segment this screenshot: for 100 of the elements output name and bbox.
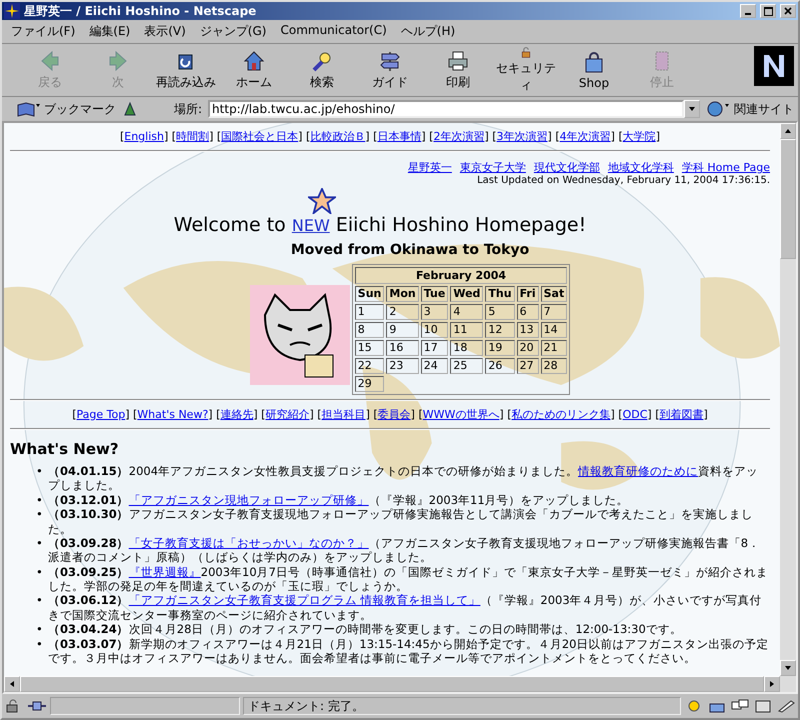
header-link[interactable]: 星野英一 — [408, 161, 452, 174]
day-cell: 1 — [354, 304, 384, 320]
menu-item[interactable]: 編集(E) — [84, 23, 136, 40]
scroll-down-button[interactable] — [780, 660, 796, 676]
bracket: [ — [507, 408, 512, 421]
news-link[interactable]: 『世界週報』 — [128, 564, 201, 579]
day-cell: 11 — [450, 322, 484, 338]
weekday-cell: Wed — [450, 286, 484, 302]
app-icon — [4, 3, 20, 19]
toolbar-button[interactable]: セキュリティ — [492, 46, 560, 94]
day-cell: 4 — [450, 304, 484, 320]
day-cell: 3 — [420, 304, 448, 320]
nav-link[interactable]: 国際社会と日本 — [221, 130, 298, 143]
bracket: [ — [120, 130, 124, 143]
news-item: （04.01.15）2004年アフガニスタン女性教員支援プロジェクトの日本での研修が始まりました。情報教育研修のために資料をアップしました。 — [48, 464, 760, 493]
bracket: ] — [610, 130, 615, 143]
scroll-left-button[interactable] — [4, 676, 20, 692]
scrollbar-thumb[interactable] — [20, 676, 764, 692]
day-cell: 8 — [354, 322, 384, 338]
caret-icon — [688, 105, 696, 113]
menu-item[interactable]: ジャンプ(G) — [194, 23, 272, 40]
weekday-cell: Thu — [485, 286, 515, 302]
bracket: ] — [309, 408, 314, 421]
scrollbar-thumb[interactable] — [780, 139, 796, 259]
bracket: ] — [410, 408, 415, 421]
toolbar-button[interactable]: ガイド — [356, 46, 424, 94]
maximize-button[interactable] — [760, 4, 776, 18]
header-link[interactable]: 現代文化学部 — [534, 161, 600, 174]
bullet: • — [36, 492, 44, 508]
related-sites-button[interactable]: 関連サイト — [706, 100, 794, 118]
bullet: • — [36, 536, 44, 552]
toolbar-button[interactable]: 再読み込み — [152, 46, 220, 94]
url-field[interactable]: http://lab.twcu.ac.jp/ehoshino/ — [208, 100, 684, 118]
menu-item[interactable]: 表示(V) — [139, 23, 191, 40]
day-cell: 20 — [516, 340, 539, 356]
day-cell: 2 — [386, 304, 419, 320]
bookmarks-button[interactable]: ブックマーク — [16, 100, 116, 118]
address-book-icon[interactable] — [753, 699, 773, 713]
nav-link[interactable]: 2年次演習 — [433, 130, 484, 143]
scroll-right-button[interactable] — [764, 676, 780, 692]
minimize-button[interactable] — [740, 4, 756, 18]
nav-link[interactable]: Page Top — [76, 408, 126, 421]
nav-link[interactable]: 大学院 — [622, 130, 656, 143]
bracket: [ — [418, 408, 423, 421]
close-icon — [784, 7, 792, 15]
pencil-icon[interactable] — [776, 699, 796, 713]
down-arrow-icon — [784, 664, 792, 672]
day-cell: 24 — [420, 358, 448, 374]
day-cell: 6 — [516, 304, 539, 320]
day-cell: 15 — [354, 340, 384, 356]
nav-link[interactable]: 委員会 — [378, 408, 411, 421]
nav-link[interactable]: 時間割 — [176, 130, 210, 143]
toolbar-button[interactable]: ホーム — [220, 46, 288, 94]
header-link[interactable]: 地域文化学科 — [608, 161, 674, 174]
news-link[interactable]: 情報教育研修のために — [578, 464, 698, 478]
menu-item[interactable]: ファイル(F) — [6, 23, 80, 40]
scroll-up-button[interactable] — [780, 123, 796, 139]
news-link[interactable]: 「女子教育支援は「おせっかい」なのか？」 — [128, 536, 369, 550]
bullet: • — [36, 593, 44, 610]
day-cell: 17 — [420, 340, 448, 356]
nav-link[interactable]: 4年次演習 — [560, 130, 611, 143]
bracket: [ — [555, 130, 560, 143]
nav-link[interactable]: 担当科目 — [322, 408, 366, 421]
news-item: （03.03.07）新学期のオフィスアワーは４月21日（月）13:15-14:45から開始予定です。４月20日以前はアフガニスタン出張の予定です。３月中はオフィスアワーはありません。面会希望者は事前に電子メール等でアポイントメントをとってください。 — [48, 636, 770, 666]
toolbar-button[interactable]: 検索 — [288, 46, 356, 94]
guide-icon — [378, 49, 402, 73]
menu-item[interactable]: ヘルプ(H) — [396, 23, 460, 40]
weekday-cell: Tue — [420, 286, 448, 302]
news-item: （03.09.25）『世界週報』2003年10月7日号（時事通信社）の「国際ゼミガイド」で「東京女子大学－星野英一ゼミ」が紹介されました。学部の発足の年を間違えているのが「玉に瑕」でしょうか。 — [48, 564, 769, 594]
nav-link[interactable]: 連絡先 — [220, 408, 254, 421]
dropdown-button[interactable] — [684, 100, 700, 118]
nav-link[interactable]: 到着図書 — [659, 408, 704, 421]
nav-link[interactable]: 3年次演習 — [496, 130, 548, 143]
toolbar-button[interactable]: 印刷 — [424, 46, 492, 94]
nav-link[interactable]: 比較政治Ｂ — [310, 130, 366, 143]
bracket: [ — [373, 130, 378, 143]
bracket: [ — [306, 130, 310, 143]
day-cell: 7 — [540, 304, 568, 320]
bracket: [ — [429, 130, 434, 143]
menu-item[interactable]: Communicator(C) — [275, 23, 392, 40]
news-link[interactable]: 「アフガニスタン現地フォローアップ研修」 — [128, 492, 369, 507]
calendar-title: February 2004 — [354, 267, 568, 284]
nav-link[interactable]: English — [124, 130, 164, 143]
header-link[interactable]: 学科 Home Page — [682, 161, 770, 174]
nav-link[interactable]: WWWの世界へ — [422, 408, 500, 421]
home-icon — [242, 49, 266, 73]
bullet: • — [36, 564, 44, 581]
nav-link[interactable]: ODC — [622, 408, 648, 421]
close-button[interactable] — [780, 4, 796, 18]
nav-link[interactable]: 研究紹介 — [265, 408, 310, 421]
news-link[interactable]: 「アフガニスタン女子教育支援プログラム 情報教育を担当して」 — [128, 593, 480, 608]
day-cell: 23 — [386, 358, 419, 374]
header-link[interactable]: 東京女子大学 — [460, 161, 526, 174]
nav-link[interactable]: 私のためのリンク集 — [511, 408, 610, 421]
bracket: [ — [133, 408, 138, 421]
bracket: [ — [172, 130, 176, 143]
nav-link[interactable]: 日本事情 — [377, 130, 422, 143]
toolbar-button[interactable]: Shop — [560, 46, 628, 94]
nav-link[interactable]: What's New? — [137, 408, 208, 421]
bullet: • — [36, 636, 44, 652]
